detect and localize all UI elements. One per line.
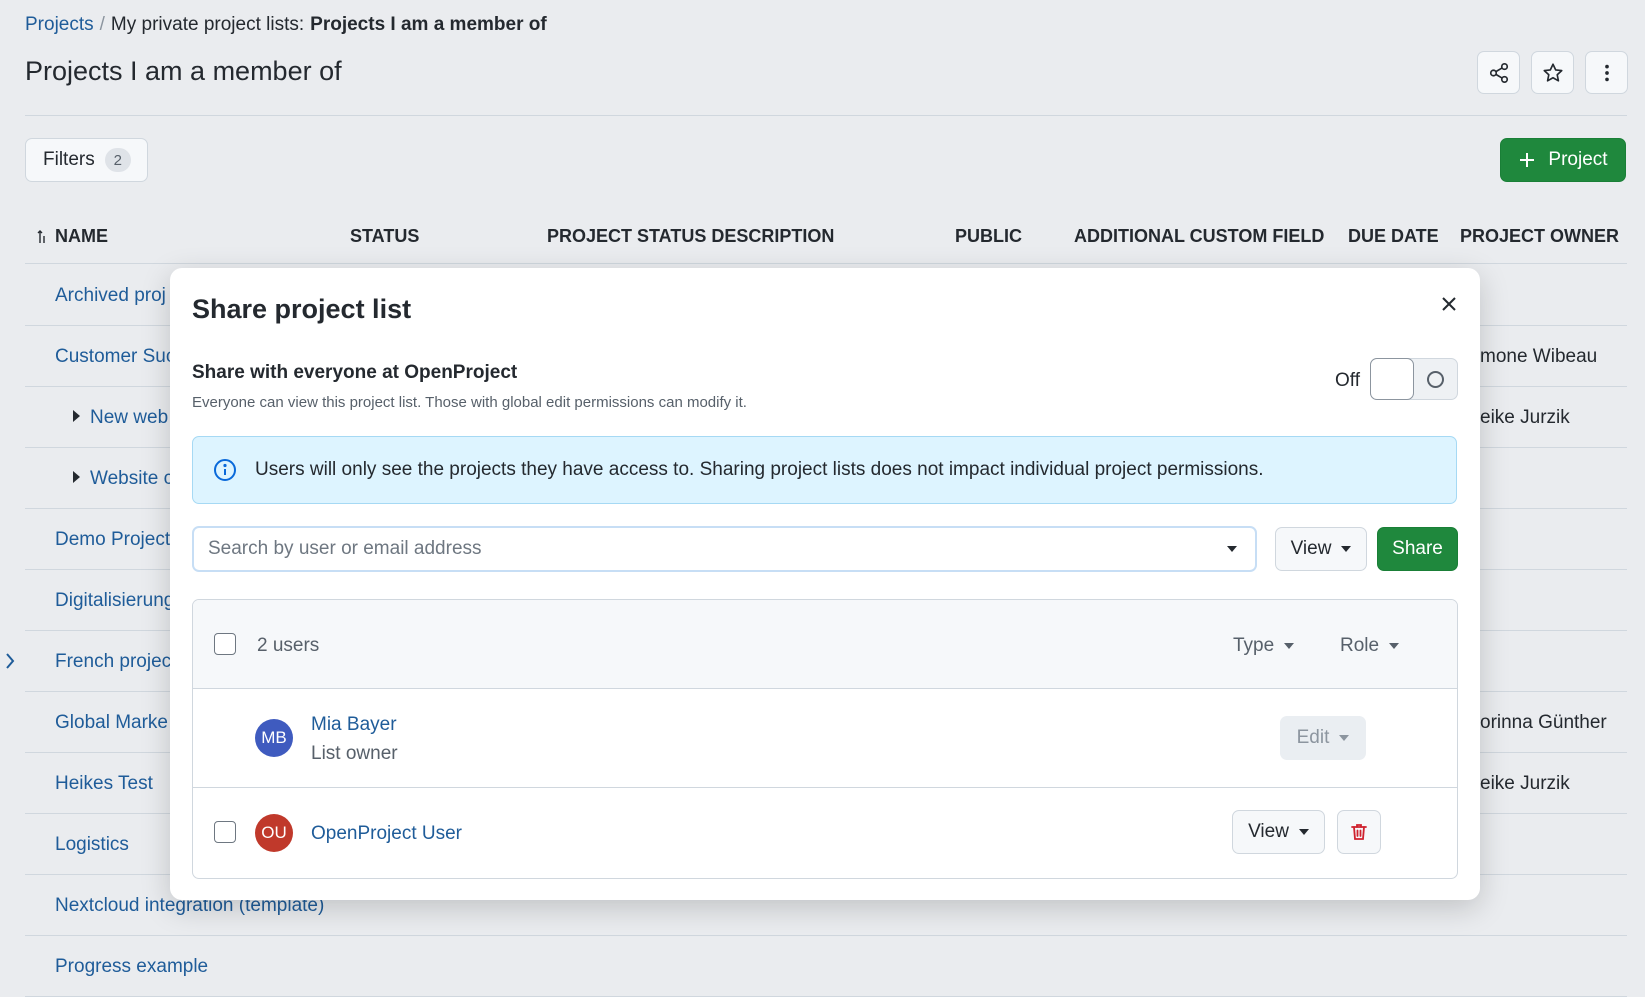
star-icon (1542, 62, 1563, 82)
add-project-button[interactable]: Project (1500, 138, 1626, 182)
project-link[interactable]: Heikes Test (55, 773, 153, 795)
user-role-label: List owner (311, 743, 398, 764)
share-everyone-toggle[interactable] (1370, 358, 1458, 400)
select-all-checkbox[interactable] (214, 633, 236, 655)
project-link[interactable]: Demo Project (55, 529, 170, 551)
share-button[interactable] (1477, 51, 1520, 94)
plus-icon (1520, 153, 1535, 167)
chevron-down-icon (1341, 546, 1352, 552)
table-row: Progress example (25, 936, 1627, 997)
column-public[interactable]: PUBLIC (955, 226, 1022, 247)
type-filter-button[interactable]: Type (1233, 635, 1295, 657)
column-status[interactable]: STATUS (350, 226, 419, 247)
user-role-select-label: View (1248, 821, 1289, 842)
table-header: NAME STATUS PROJECT STATUS DESCRIPTION P… (25, 208, 1627, 264)
trash-icon (1351, 824, 1367, 840)
user-role-select-button[interactable]: View (1232, 810, 1325, 854)
add-project-label: Project (1548, 149, 1608, 170)
share-submit-label: Share (1392, 538, 1443, 559)
close-icon (1442, 297, 1456, 311)
project-link[interactable]: Archived proj (55, 285, 166, 307)
expand-caret-icon[interactable] (73, 471, 80, 483)
column-due-date[interactable]: DUE DATE (1348, 226, 1439, 247)
project-link[interactable]: Global Marke (55, 712, 168, 734)
filters-label: Filters (43, 149, 95, 170)
close-dialog-button[interactable] (1435, 290, 1463, 318)
users-list-header: 2 users Type Role (193, 600, 1457, 689)
users-count: 2 users (257, 635, 320, 656)
share-everyone-description: Everyone can view this project list. Tho… (192, 394, 747, 411)
chevron-down-icon[interactable] (1227, 546, 1237, 552)
type-filter-label: Type (1233, 635, 1275, 656)
column-project-status-description[interactable]: PROJECT STATUS DESCRIPTION (547, 226, 834, 247)
project-link[interactable]: Logistics (55, 834, 129, 856)
project-owner: orinna Günther (1480, 712, 1607, 733)
info-banner: Users will only see the projects they ha… (192, 436, 1457, 504)
project-owner: eike Jurzik (1480, 773, 1570, 794)
project-link[interactable]: Progress example (55, 956, 208, 978)
toggle-state-label: Off (1335, 370, 1360, 391)
favorite-button[interactable] (1531, 51, 1574, 94)
remove-user-button[interactable] (1337, 810, 1381, 854)
chevron-down-icon (1389, 643, 1400, 649)
toggle-knob (1370, 358, 1414, 400)
shared-users-list: 2 users Type Role MB Mia Bayer List owne… (192, 599, 1458, 879)
dialog-title: Share project list (192, 294, 412, 324)
sort-icon[interactable] (37, 230, 47, 244)
chevron-down-icon (1284, 643, 1295, 649)
user-role-select-disabled: Edit (1280, 716, 1366, 760)
avatar: OU (255, 814, 293, 852)
breadcrumb: Projects / My private project lists: Pro… (25, 14, 547, 36)
avatar: MB (255, 719, 293, 757)
project-link[interactable]: Website c (90, 468, 173, 489)
project-link[interactable]: Customer Suc (55, 346, 175, 368)
breadcrumb-projects-link[interactable]: Projects (25, 14, 94, 36)
chevron-down-icon (1298, 829, 1309, 835)
user-search-field[interactable] (192, 526, 1257, 572)
expand-caret-icon[interactable] (73, 410, 80, 422)
role-select-button[interactable]: View (1275, 527, 1367, 571)
project-owner: mone Wibeau (1480, 346, 1598, 367)
column-project-owner[interactable]: PROJECT OWNER (1460, 226, 1619, 247)
column-name[interactable]: NAME (55, 226, 108, 247)
more-actions-button[interactable] (1585, 51, 1628, 94)
breadcrumb-current: Projects I am a member of (310, 14, 547, 35)
share-everyone-title: Share with everyone at OpenProject (192, 362, 518, 383)
user-name-link[interactable]: OpenProject User (311, 823, 462, 845)
role-filter-label: Role (1340, 635, 1380, 656)
share-icon (1489, 62, 1508, 83)
project-link[interactable]: New web (90, 407, 168, 428)
kebab-menu-icon (1604, 64, 1609, 81)
user-role-select-label: Edit (1296, 727, 1330, 748)
breadcrumb-separator: / (99, 14, 105, 35)
info-icon (214, 459, 236, 481)
page-title: Projects I am a member of (25, 56, 342, 86)
role-filter-button[interactable]: Role (1340, 635, 1400, 657)
user-search-input[interactable] (208, 538, 1227, 560)
toggle-off-icon (1427, 371, 1444, 388)
breadcrumb-prefix: My private project lists: (110, 14, 305, 35)
filters-counter: 2 (104, 148, 131, 172)
user-name-link[interactable]: Mia Bayer (311, 714, 397, 736)
info-text: Users will only see the projects they ha… (255, 459, 1264, 480)
sidebar-expand-icon[interactable] (4, 652, 16, 670)
list-item: MB Mia Bayer List owner Edit (193, 689, 1457, 788)
role-select-label: View (1290, 538, 1332, 559)
project-owner: eike Jurzik (1480, 407, 1570, 428)
share-submit-button[interactable]: Share (1377, 527, 1458, 571)
column-additional-custom-field[interactable]: ADDITIONAL CUSTOM FIELD (1074, 226, 1324, 247)
chevron-down-icon (1339, 735, 1350, 741)
list-item: OU OpenProject User View (193, 788, 1457, 878)
header-divider (25, 115, 1627, 116)
project-link[interactable]: Digitalisierung (55, 590, 174, 612)
user-select-checkbox[interactable] (214, 821, 236, 843)
share-project-list-dialog: Share project list Share with everyone a… (170, 268, 1480, 900)
project-link[interactable]: French projec (55, 651, 171, 673)
filters-button[interactable]: Filters 2 (25, 138, 148, 182)
